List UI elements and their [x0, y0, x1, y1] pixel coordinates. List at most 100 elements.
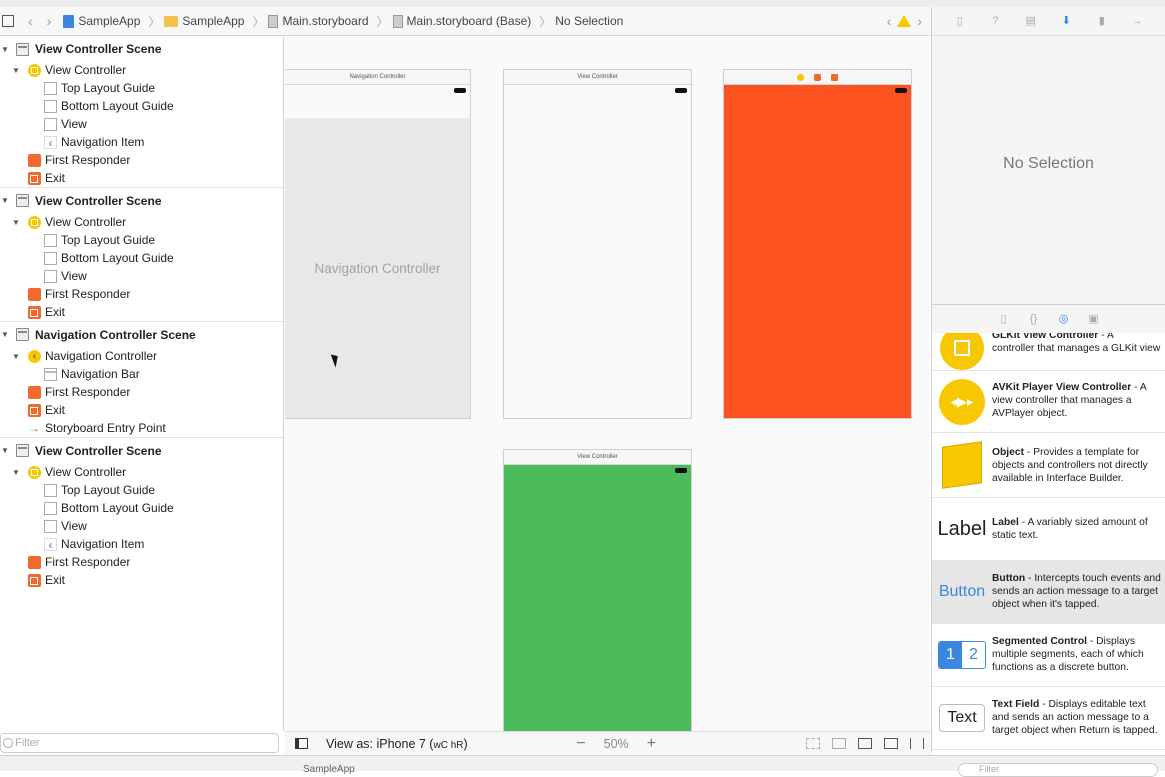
library-filter-field[interactable]: Filter [958, 763, 1158, 777]
zoom-out-button[interactable]: − [576, 735, 585, 753]
resolve-issues-icon[interactable] [910, 738, 924, 749]
library-item-desc-line: sends an action message to a target [992, 586, 1158, 597]
outline-item[interactable]: Top Layout Guide [0, 231, 283, 249]
library-item-name: Segmented Control [992, 636, 1087, 647]
file-inspector-icon[interactable]: ▯ [954, 15, 966, 27]
outline-item[interactable]: Exit [0, 401, 283, 419]
connections-inspector-icon[interactable]: → [1131, 15, 1143, 27]
green-view-controller-frame[interactable]: View Controller [503, 449, 692, 731]
library-item-object[interactable]: Object - Provides a template for objects … [932, 433, 1165, 498]
breadcrumb-label: Main.storyboard [282, 14, 369, 28]
outline-item-label: View [61, 269, 87, 283]
layout-guide-icon [44, 99, 57, 113]
outline-item[interactable]: Top Layout Guide [0, 481, 283, 499]
orange-view-controller-frame[interactable] [723, 69, 912, 419]
disclosure-triangle-icon[interactable]: ▼ [0, 468, 28, 477]
outline-item[interactable]: Exit [0, 303, 283, 321]
outline-scene-header[interactable]: ▼ Navigation Controller Scene [0, 321, 283, 347]
document-outline: ▼ View Controller Scene ▼ View Controller To… [0, 37, 284, 731]
disclosure-triangle-icon[interactable]: ▼ [0, 196, 10, 205]
align-icon[interactable] [858, 738, 872, 749]
outline-item[interactable]: ‹ Navigation Item [0, 133, 283, 151]
outline-item[interactable]: View [0, 115, 283, 133]
chevron-right-icon: 〉 [252, 14, 265, 29]
view-controller-dock-icon[interactable] [797, 73, 804, 81]
outline-item[interactable]: → Storyboard Entry Point [0, 419, 283, 437]
outline-scene-header[interactable]: ▼ View Controller Scene [0, 437, 283, 463]
outline-item[interactable]: ‹ Navigation Item [0, 535, 283, 553]
storyboard-canvas[interactable]: Navigation Controller Navigation Control… [285, 37, 930, 731]
disclosure-triangle-icon[interactable]: ▼ [0, 66, 28, 75]
outline-item[interactable]: First Responder [0, 383, 283, 401]
layout-guide-icon [44, 501, 57, 515]
disclosure-triangle-icon[interactable]: ▼ [0, 218, 28, 227]
outline-item[interactable]: First Responder [0, 151, 283, 169]
object-library-icon[interactable]: ◎ [1058, 313, 1070, 325]
navigation-controller-frame[interactable]: Navigation Controller Navigation Control… [285, 69, 471, 419]
layout-guide-icon [44, 483, 57, 497]
media-library-icon[interactable]: ▣ [1088, 313, 1100, 325]
attributes-inspector-icon[interactable]: ⬇ [1060, 15, 1072, 27]
code-snippet-library-icon[interactable]: {} [1028, 313, 1040, 325]
outline-scene-header[interactable]: ▼ View Controller Scene [0, 37, 283, 61]
outline-filter-field[interactable]: Filter [0, 733, 279, 753]
forward-arrow-icon[interactable]: › [47, 13, 52, 29]
breadcrumb-storyboard-base[interactable]: Main.storyboard (Base) [392, 14, 531, 28]
inspector-panel: ▯ ? ▤ ⬇ ▮ → No Selection [931, 7, 1165, 304]
warning-icon[interactable] [897, 15, 912, 27]
outline-scene-header[interactable]: ▼ View Controller Scene [0, 187, 283, 213]
library-item-text-field[interactable]: Text Text Field - Displays editable text… [932, 687, 1165, 750]
identity-inspector-icon[interactable]: ▤ [1025, 15, 1037, 27]
breadcrumb-project[interactable]: SampleApp [63, 14, 140, 28]
disclosure-triangle-icon[interactable]: ▼ [0, 330, 10, 339]
disclosure-triangle-icon[interactable]: ▼ [0, 352, 28, 361]
pin-icon[interactable] [884, 738, 898, 749]
outline-item[interactable]: Exit [0, 571, 283, 589]
outline-item[interactable]: First Responder [0, 285, 283, 303]
frame-title: View Controller [504, 70, 691, 85]
outline-item[interactable]: Bottom Layout Guide [0, 249, 283, 267]
library-item-avkit[interactable]: ◂▶▸ AVKit Player View Controller - A view… [932, 371, 1165, 433]
stack-icon[interactable] [832, 738, 846, 749]
outline-item[interactable]: ▼ ‹ Navigation Controller [0, 347, 283, 365]
disclosure-triangle-icon[interactable]: ▼ [0, 45, 10, 54]
exit-icon [28, 573, 41, 587]
outline-item[interactable]: Navigation Bar [0, 365, 283, 383]
issue-prev-icon[interactable]: ‹ [887, 13, 892, 29]
outline-item[interactable]: View [0, 267, 283, 285]
first-responder-dock-icon[interactable] [814, 73, 821, 81]
grid-icon[interactable] [2, 15, 14, 27]
outline-item[interactable]: Top Layout Guide [0, 79, 283, 97]
view-controller-frame[interactable]: View Controller [503, 69, 692, 419]
view-controller-icon [28, 465, 41, 479]
outline-item[interactable]: ▼ View Controller [0, 61, 283, 79]
outline-item[interactable]: Bottom Layout Guide [0, 499, 283, 517]
view-as-button[interactable]: View as: iPhone 7 (wC hR) [326, 737, 468, 751]
quick-help-icon[interactable]: ? [989, 15, 1001, 27]
library-item-button[interactable]: Button Button - Intercepts touch events … [932, 561, 1165, 624]
disclosure-triangle-icon[interactable]: ▼ [0, 446, 10, 455]
library-item-name: Text Field [992, 699, 1040, 710]
scene-icon [16, 194, 29, 207]
back-arrow-icon[interactable]: ‹ [28, 13, 33, 29]
file-template-library-icon[interactable]: ▯ [998, 313, 1010, 325]
library-item-segmented-control[interactable]: 12 Segmented Control - Displays multiple … [932, 624, 1165, 687]
outline-item[interactable]: ▼ View Controller [0, 463, 283, 481]
outline-item[interactable]: ▼ View Controller [0, 213, 283, 231]
breadcrumb-storyboard[interactable]: Main.storyboard [268, 14, 369, 28]
outline-item[interactable]: Bottom Layout Guide [0, 97, 283, 115]
zoom-in-button[interactable]: + [647, 735, 656, 753]
breadcrumb-group[interactable]: SampleApp [164, 14, 244, 28]
outline-item[interactable]: View [0, 517, 283, 535]
issue-next-icon[interactable]: › [917, 13, 922, 29]
outline-item[interactable]: Exit [0, 169, 283, 187]
size-inspector-icon[interactable]: ▮ [1096, 15, 1108, 27]
breadcrumb-selection[interactable]: No Selection [555, 14, 623, 28]
outline-item[interactable]: First Responder [0, 553, 283, 571]
outline-toggle-icon[interactable] [295, 738, 308, 749]
first-responder-icon [28, 385, 41, 399]
library-item-glkit[interactable]: GLKit View Controller - A controller that… [932, 333, 1165, 371]
embed-in-icon[interactable] [806, 738, 820, 749]
exit-dock-icon[interactable] [831, 73, 838, 81]
library-item-label[interactable]: Label Label - A variably sized amount of… [932, 498, 1165, 561]
